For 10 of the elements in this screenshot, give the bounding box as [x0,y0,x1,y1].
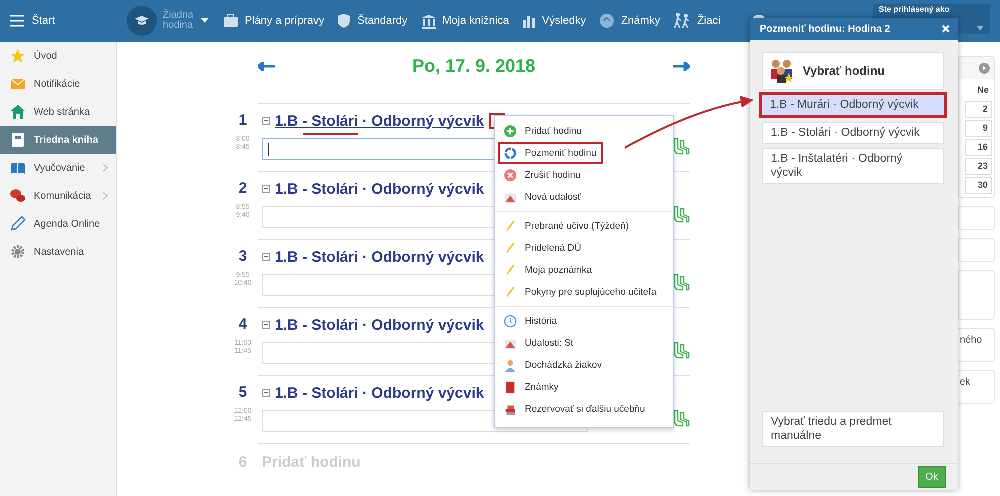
lesson-number: 5 [238,383,248,403]
dialog-title: Pozmeniť hodinu: Hodina 2 [760,24,890,34]
login-label: Ste prihlásený ako [879,5,950,14]
lesson-number: 2 [238,179,248,199]
lesson-number: 3 [238,247,248,267]
date-heading: Po, 17. 9. 2018 [412,56,536,77]
lesson-number: 1 [238,111,248,131]
lesson-number: 4 [238,315,248,335]
section-title: Vybrať hodinu [803,64,885,78]
weekday-header: Ne [976,84,990,97]
